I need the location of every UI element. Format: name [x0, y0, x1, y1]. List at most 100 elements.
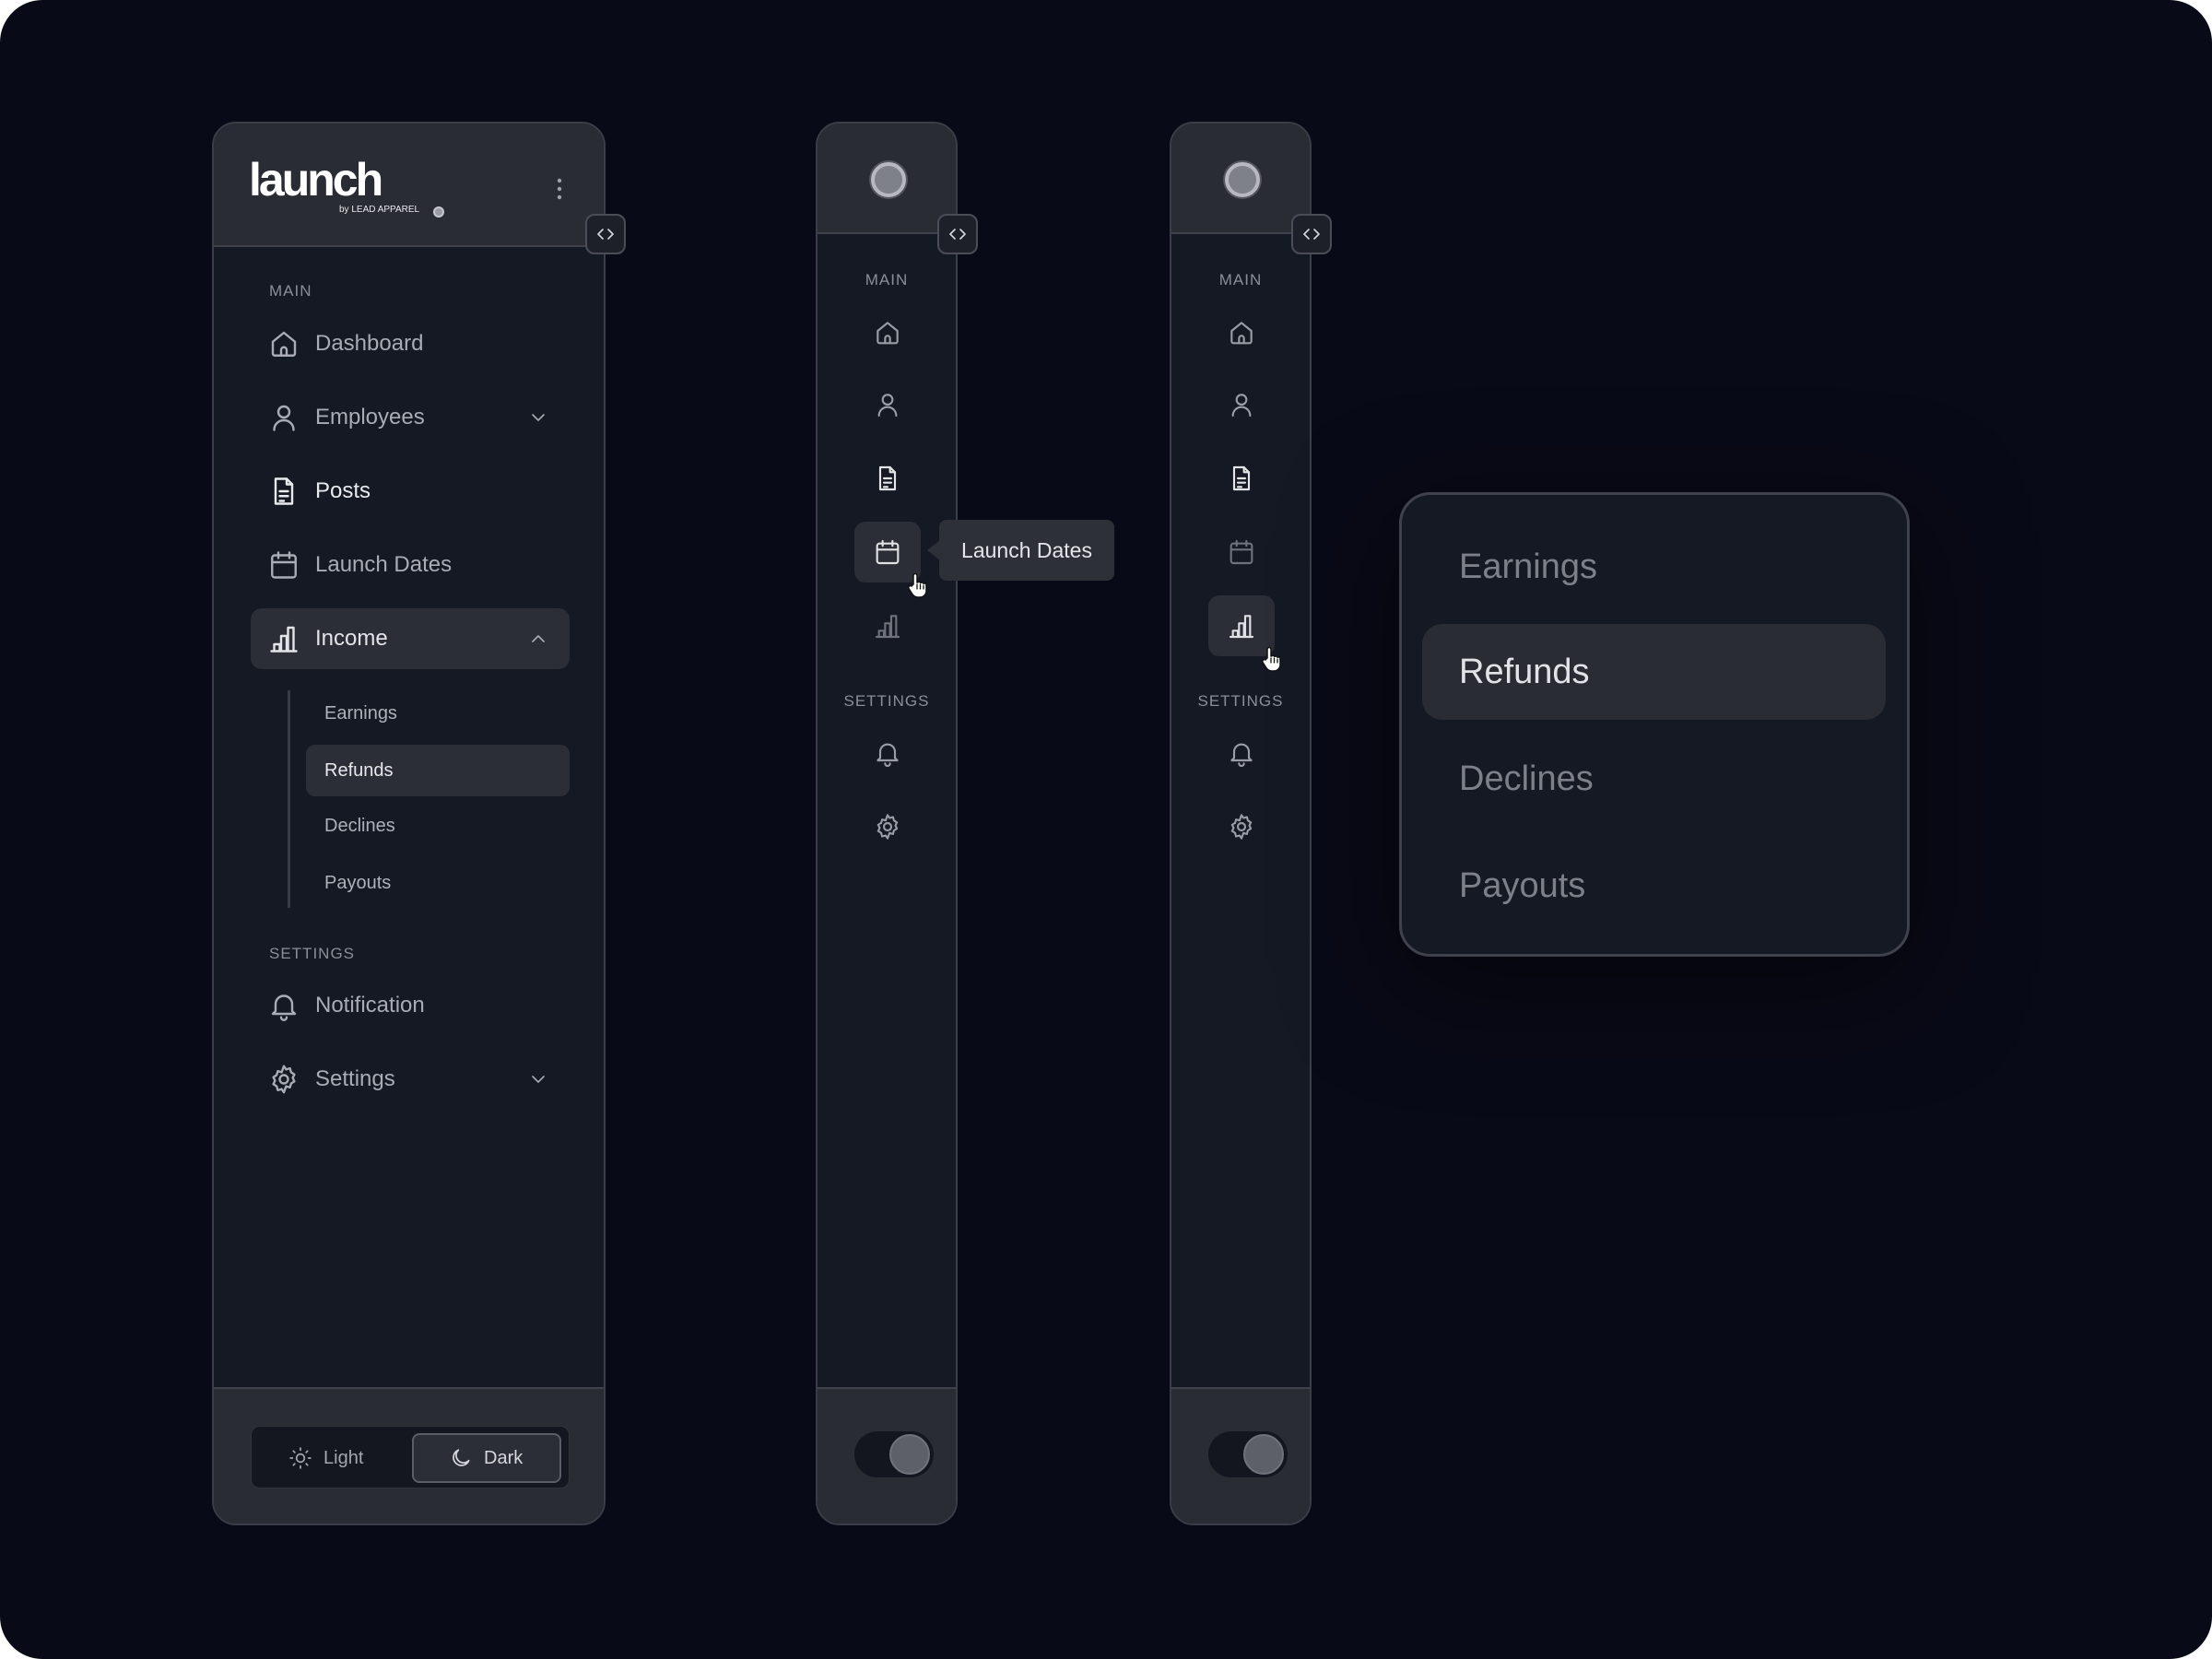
- sidebar-item-label: Settings: [315, 1066, 395, 1091]
- bar-chart-icon: [875, 615, 900, 639]
- sidebar-item-launch-dates[interactable]: Launch Dates: [251, 535, 570, 595]
- sidebar-item-label: Employees: [315, 405, 425, 429]
- collapsed-item-income[interactable]: [854, 595, 921, 656]
- theme-light-label: Light: [324, 1447, 364, 1468]
- sidebar-item-dashboard[interactable]: Dashboard: [251, 313, 570, 374]
- section-label-settings: SETTINGS: [269, 945, 356, 962]
- collapsed-item-dashboard[interactable]: [854, 302, 921, 363]
- sidebar-item-settings[interactable]: Settings: [251, 1049, 570, 1110]
- chevron-down-icon: [532, 414, 545, 421]
- income-submenu-popover: Earnings Refunds Declines Payouts: [1399, 492, 1910, 957]
- brand-dot-icon: [433, 206, 444, 218]
- sidebar-header: launch by LEAD APPAREL: [214, 124, 604, 247]
- collapsed-item-posts[interactable]: [854, 448, 921, 509]
- collapsed-header: [1171, 124, 1310, 234]
- collapsed-footer: [1171, 1387, 1310, 1524]
- theme-dark-button[interactable]: Dark: [412, 1433, 561, 1483]
- collapsed-sidebar-tooltip: MAIN SETTINGS: [816, 122, 978, 1525]
- moon-icon: [453, 1449, 470, 1466]
- section-label-main: MAIN: [1218, 271, 1263, 288]
- brand-logo[interactable]: launch by LEAD APPAREL: [249, 154, 444, 218]
- sidebar-item-label: Dashboard: [315, 331, 424, 356]
- hand-cursor-icon: [908, 572, 927, 598]
- section-label-main: MAIN: [269, 282, 312, 300]
- expand-toggle-button[interactable]: [937, 214, 978, 254]
- gear-icon: [877, 814, 899, 840]
- section-label-settings: SETTINGS: [843, 692, 930, 710]
- user-icon: [1231, 394, 1252, 418]
- collapsed-item-notification[interactable]: [1208, 723, 1275, 783]
- expanded-sidebar: launch by LEAD APPAREL MAIN Dashboard Em…: [212, 122, 626, 1525]
- brand-mark-icon[interactable]: [871, 162, 906, 197]
- tooltip-launch-dates: Launch Dates: [939, 520, 1114, 581]
- popover-item-earnings[interactable]: Earnings: [1422, 519, 1886, 615]
- submenu-item-refunds[interactable]: Refunds: [306, 745, 570, 796]
- calendar-icon: [876, 539, 900, 565]
- brand-wordmark: launch: [249, 154, 383, 206]
- submenu-item-payouts[interactable]: Payouts: [306, 857, 570, 909]
- hand-cursor-icon: [1262, 646, 1281, 672]
- toggle-knob: [889, 1434, 930, 1475]
- sidebar-item-notification[interactable]: Notification: [251, 975, 570, 1036]
- toggle-knob: [1243, 1434, 1284, 1475]
- calendar-icon: [1230, 539, 1253, 565]
- collapsed-item-launch-dates[interactable]: [1208, 522, 1275, 582]
- popover-item-refunds[interactable]: Refunds: [1422, 624, 1886, 720]
- bell-icon: [877, 743, 899, 767]
- brand-tagline: by LEAD APPAREL: [339, 205, 420, 215]
- theme-dark-label: Dark: [484, 1447, 524, 1468]
- theme-light-button[interactable]: Light: [288, 1433, 363, 1483]
- submenu-item-earnings[interactable]: Earnings: [306, 688, 570, 739]
- canvas: launch by LEAD APPAREL MAIN Dashboard Em…: [0, 0, 2212, 1659]
- sun-icon: [289, 1447, 312, 1469]
- bell-icon: [1230, 743, 1253, 767]
- sidebar-item-label: Posts: [315, 478, 371, 503]
- bar-chart-icon: [270, 626, 298, 653]
- sidebar-item-label: Notification: [315, 993, 425, 1018]
- more-options-icon[interactable]: [556, 177, 563, 201]
- popover-item-declines[interactable]: Declines: [1422, 731, 1886, 827]
- home-icon: [1230, 322, 1253, 345]
- bell-icon: [271, 994, 297, 1021]
- document-icon: [274, 477, 294, 505]
- expand-toggle-button[interactable]: [1291, 214, 1332, 254]
- collapsed-item-settings[interactable]: [1208, 796, 1275, 857]
- gear-icon: [272, 1065, 296, 1094]
- collapsed-sidebar-hover: MAIN SETTINGS: [1170, 122, 1332, 1525]
- section-label-settings: SETTINGS: [1197, 692, 1284, 710]
- document-icon: [878, 465, 897, 491]
- document-icon: [1232, 465, 1251, 491]
- collapsed-header: [818, 124, 956, 234]
- sidebar-item-label: Launch Dates: [315, 552, 453, 577]
- collapsed-item-employees[interactable]: [1208, 374, 1275, 435]
- theme-toggle-switch[interactable]: [1208, 1431, 1288, 1477]
- tooltip-arrow: [927, 540, 940, 560]
- home-icon: [877, 322, 899, 345]
- brand-mark-icon[interactable]: [1225, 162, 1260, 197]
- calendar-icon: [271, 551, 297, 579]
- collapsed-item-employees[interactable]: [854, 374, 921, 435]
- popover-item-payouts[interactable]: Payouts: [1422, 838, 1886, 934]
- collapsed-item-notification[interactable]: [854, 723, 921, 783]
- theme-toggle-switch[interactable]: [854, 1431, 934, 1477]
- collapse-toggle-button[interactable]: [585, 214, 626, 254]
- section-label-main: MAIN: [865, 271, 909, 288]
- sidebar-item-income[interactable]: Income: [251, 608, 570, 669]
- collapsed-item-settings[interactable]: [854, 796, 921, 857]
- chevron-up-icon: [532, 635, 545, 642]
- sidebar-item-posts[interactable]: Posts: [251, 461, 570, 522]
- sidebar-footer: Light Dark: [214, 1387, 604, 1524]
- collapsed-item-dashboard[interactable]: [1208, 302, 1275, 363]
- code-brackets-icon: [949, 229, 966, 240]
- code-brackets-icon: [597, 229, 614, 240]
- user-icon: [273, 405, 295, 431]
- gear-icon: [1230, 814, 1253, 840]
- home-icon: [271, 331, 297, 357]
- code-brackets-icon: [1303, 229, 1320, 240]
- sidebar-item-employees[interactable]: Employees: [251, 387, 570, 448]
- user-icon: [877, 394, 898, 418]
- collapsed-item-posts[interactable]: [1208, 448, 1275, 509]
- submenu-item-declines[interactable]: Declines: [306, 800, 570, 852]
- chevron-down-icon: [532, 1076, 545, 1083]
- sidebar-item-label: Income: [315, 626, 388, 651]
